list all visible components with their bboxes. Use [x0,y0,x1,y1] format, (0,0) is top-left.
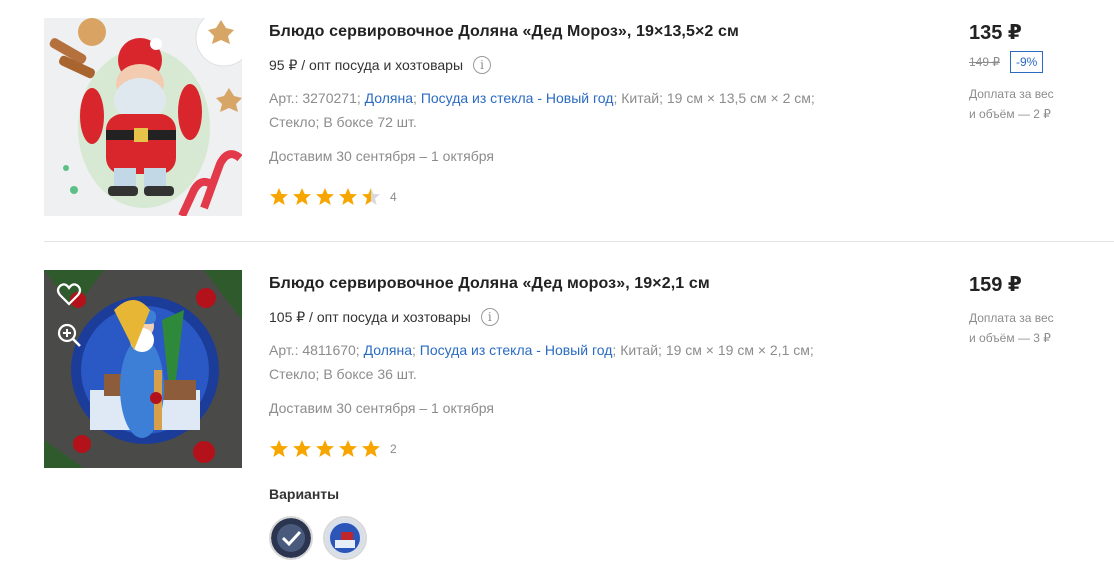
rating[interactable]: 2 [269,438,909,460]
star-icon [293,440,311,457]
product-image[interactable] [44,270,242,468]
extra-charge-line2: и объём — 2 ₽ [969,107,1051,121]
variants-list [269,516,909,560]
country: Китай; [621,90,663,106]
extra-charge: Доплата за вес и объём — 3 ₽ [969,308,1109,348]
star-icon [339,188,357,205]
material: Стекло; [269,366,320,382]
wholesale-price-text: 95 ₽ / опт посуда и хозтовары [269,56,464,73]
star-icon [362,440,380,457]
material: Стекло; [269,114,320,130]
zoom-icon[interactable] [56,322,82,348]
wholesale-price-text: 105 ₽ / опт посуда и хозтовары [269,308,471,325]
product-title[interactable]: Блюдо сервировочное Доляна «Дед мороз», … [269,270,909,298]
star-icon [293,188,311,205]
box-quantity: В боксе 36 шт. [323,366,417,382]
variant-swatch[interactable] [323,516,367,560]
article-number: Арт.: 4811670; [269,342,360,358]
product-card-2: Блюдо сервировочное Доляна «Дед мороз», … [44,270,1114,580]
wholesale-price: 95 ₽ / опт посуда и хозтовары i [269,54,909,76]
variant-swatch-selected[interactable] [269,516,313,560]
category-link[interactable]: Посуда из стекла - Новый год [420,342,613,358]
variants-title: Варианты [269,486,340,502]
product-specs: Арт.: 3270271; Доляна; Посуда из стекла … [269,90,815,130]
star-icon [270,188,288,205]
rating[interactable]: 4 [269,186,909,208]
product-title[interactable]: Блюдо сервировочное Доляна «Дед Мороз», … [269,18,909,46]
box-quantity: В боксе 72 шт. [323,114,417,130]
price: 135 ₽ [969,22,1022,44]
brand-link[interactable]: Доляна [365,90,413,106]
extra-charge-line1: Доплата за вес [969,311,1054,325]
review-count[interactable]: 4 [390,190,397,204]
old-price: 149 ₽ [969,55,1000,69]
divider [44,241,1114,242]
discount-badge: -9% [1010,51,1044,73]
delivery-date: Доставим 30 сентября – 1 октября [269,400,494,416]
delivery-date: Доставим 30 сентября – 1 октября [269,148,494,164]
heart-icon[interactable] [56,282,82,308]
wholesale-price: 105 ₽ / опт посуда и хозтовары i [269,306,909,328]
country: Китай; [620,342,662,358]
star-half-icon [362,188,380,205]
dimensions: 19 см × 13,5 см × 2 см; [666,90,815,106]
product-card-1: Блюдо сервировочное Доляна «Дед Мороз», … [44,18,1114,228]
product-image[interactable] [44,18,242,216]
star-icon [270,440,288,457]
info-icon[interactable]: i [473,56,492,74]
article-number: Арт.: 3270271; [269,90,361,106]
extra-charge-line2: и объём — 3 ₽ [969,331,1051,345]
info-icon[interactable]: i [480,308,499,326]
brand-link[interactable]: Доляна [364,342,412,358]
extra-charge-line1: Доплата за вес [969,87,1054,101]
price: 159 ₽ [969,274,1022,296]
product-specs: Арт.: 4811670; Доляна; Посуда из стекла … [269,342,814,382]
category-link[interactable]: Посуда из стекла - Новый год [421,90,614,106]
dimensions: 19 см × 19 см × 2,1 см; [665,342,814,358]
extra-charge: Доплата за вес и объём — 2 ₽ [969,84,1109,124]
review-count[interactable]: 2 [390,442,397,456]
star-icon [339,440,357,457]
star-icon [316,440,334,457]
star-icon [316,188,334,205]
